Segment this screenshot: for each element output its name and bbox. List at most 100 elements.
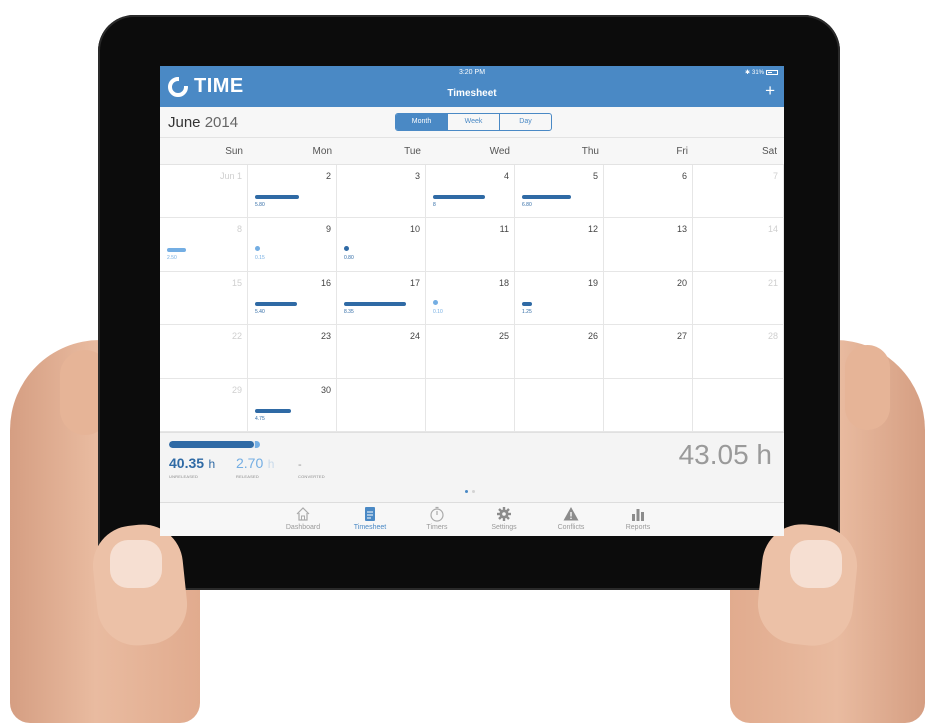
view-month-button[interactable]: Month bbox=[396, 114, 448, 130]
calendar-day-cell[interactable]: Jun 1 bbox=[160, 165, 248, 219]
calendar-day-cell[interactable]: 23 bbox=[248, 325, 337, 379]
calendar-day-cell[interactable] bbox=[426, 378, 515, 432]
calendar-day-cell[interactable]: 12 bbox=[515, 218, 604, 272]
tab-conflicts[interactable]: Conflicts bbox=[541, 505, 601, 531]
battery-icon bbox=[766, 70, 778, 75]
released-stat: 2.70 h RELEASED bbox=[236, 455, 274, 479]
day-number: 14 bbox=[767, 224, 778, 235]
add-entry-button[interactable]: + bbox=[765, 82, 775, 99]
calendar-day-cell[interactable]: 3 bbox=[337, 165, 426, 219]
calendar-day-cell[interactable]: 15 bbox=[160, 271, 248, 326]
calendar-day-cell[interactable]: 6 bbox=[604, 165, 693, 219]
calendar-day-cell[interactable]: 9 0.15 bbox=[248, 218, 337, 272]
calendar-day-cell[interactable]: 28 bbox=[693, 325, 784, 379]
gear-icon bbox=[497, 507, 511, 521]
day-number: 15 bbox=[231, 277, 242, 288]
day-number: 27 bbox=[676, 331, 687, 342]
calendar-day-cell[interactable]: 21 bbox=[693, 271, 784, 326]
day-number: 13 bbox=[676, 224, 687, 235]
calendar-day-cell[interactable]: 18 0.10 bbox=[426, 271, 515, 326]
day-hours: 0.80 bbox=[344, 255, 354, 262]
calendar-day-cell[interactable]: 29 bbox=[160, 378, 248, 432]
hours-dot bbox=[255, 246, 260, 252]
calendar-day-cell[interactable] bbox=[604, 378, 693, 432]
day-number: Jun 1 bbox=[219, 171, 242, 181]
calendar-day-cell[interactable]: 16 5.40 bbox=[248, 271, 337, 326]
unreleased-unit: h bbox=[208, 457, 216, 471]
app-screen: TIME 3:20 PM ✱ 31% Timesheet + June 2014… bbox=[160, 66, 784, 536]
day-number: 26 bbox=[587, 331, 598, 342]
calendar-day-cell[interactable]: 17 8.35 bbox=[337, 271, 426, 326]
weekday-header: Sun Mon Tue Wed Thu Fri Sat bbox=[160, 138, 784, 165]
converted-value: - bbox=[298, 459, 302, 471]
tab-dashboard[interactable]: Dashboard bbox=[273, 505, 333, 531]
calendar-day-cell[interactable]: 24 bbox=[337, 325, 426, 379]
unreleased-label: UNRELEASED bbox=[169, 474, 199, 479]
calendar-day-cell[interactable]: 7 bbox=[693, 165, 784, 219]
hours-progress-fill bbox=[169, 441, 254, 448]
calendar-day-cell[interactable]: 25 bbox=[426, 325, 515, 379]
weekday-label: Fri bbox=[676, 146, 688, 157]
hours-bar bbox=[255, 408, 291, 413]
weekday-label: Tue bbox=[404, 146, 421, 157]
converted-label: CONVERTED bbox=[298, 474, 325, 479]
view-day-button[interactable]: Day bbox=[500, 114, 551, 130]
calendar-day-cell[interactable] bbox=[693, 378, 784, 432]
hours-bar bbox=[255, 195, 299, 199]
day-number: 17 bbox=[409, 277, 420, 288]
right-thumbnail bbox=[790, 540, 842, 588]
hours-bar bbox=[433, 195, 485, 199]
calendar-day-cell[interactable]: 13 bbox=[604, 218, 693, 272]
calendar-day-cell[interactable]: 5 6.80 bbox=[515, 165, 604, 219]
calendar-day-cell[interactable]: 30 4.75 bbox=[248, 378, 337, 432]
calendar-day-cell[interactable]: 10 0.80 bbox=[337, 218, 426, 272]
right-finger bbox=[845, 345, 890, 430]
calendar-day-cell[interactable] bbox=[337, 378, 426, 432]
day-number: 5 bbox=[592, 171, 598, 181]
day-hours: 2.50 bbox=[167, 255, 177, 262]
calendar-day-cell[interactable] bbox=[515, 378, 604, 432]
view-week-button[interactable]: Week bbox=[448, 114, 500, 130]
hours-bar bbox=[522, 195, 571, 199]
calendar-day-cell[interactable]: 22 bbox=[160, 325, 248, 379]
calendar-day-cell[interactable]: 48 bbox=[426, 165, 515, 219]
hours-bar bbox=[255, 301, 297, 306]
day-number: 8 bbox=[236, 224, 242, 235]
page-dot bbox=[472, 490, 475, 493]
day-hours: 1.25 bbox=[522, 308, 532, 315]
day-hours: 0.10 bbox=[433, 308, 443, 315]
tab-label: Timesheet bbox=[353, 524, 387, 531]
tab-label: Settings bbox=[491, 524, 517, 531]
warning-icon bbox=[563, 507, 579, 521]
day-number: 9 bbox=[325, 224, 331, 235]
calendar-day-cell[interactable]: 19 1.25 bbox=[515, 271, 604, 326]
calendar-day-cell[interactable]: 2 5.80 bbox=[248, 165, 337, 219]
calendar-day-cell[interactable]: 20 bbox=[604, 271, 693, 326]
released-value: 2.70 bbox=[236, 455, 264, 471]
calendar-day-cell[interactable]: 14 bbox=[693, 218, 784, 272]
converted-stat: - CONVERTED bbox=[298, 455, 325, 479]
day-number: 25 bbox=[498, 331, 509, 342]
hours-dot bbox=[433, 299, 438, 305]
unreleased-value: 40.35 bbox=[169, 455, 205, 471]
nav-title: Timesheet bbox=[447, 88, 497, 99]
page-indicator[interactable] bbox=[465, 490, 475, 493]
released-progress-cap bbox=[255, 441, 260, 448]
tab-label: Conflicts bbox=[557, 524, 585, 531]
month-name: June bbox=[168, 114, 201, 131]
tab-timesheet[interactable]: Timesheet bbox=[340, 505, 400, 531]
tab-label: Timers bbox=[426, 524, 448, 531]
calendar-day-cell[interactable]: 11 bbox=[426, 218, 515, 272]
tab-reports[interactable]: Reports bbox=[608, 505, 668, 531]
calendar-day-cell[interactable]: 26 bbox=[515, 325, 604, 379]
day-number: 19 bbox=[587, 277, 598, 288]
calendar-day-cell[interactable]: 8 2.50 bbox=[160, 218, 248, 272]
tab-settings[interactable]: Settings bbox=[474, 505, 534, 531]
status-time: 3:20 PM bbox=[458, 69, 486, 76]
tab-bar: Dashboard Timesheet Timers Settings Conf… bbox=[160, 502, 784, 536]
battery-percent: 31% bbox=[751, 69, 764, 76]
tab-timers[interactable]: Timers bbox=[407, 505, 467, 531]
house-icon bbox=[296, 507, 310, 521]
calendar-day-cell[interactable]: 27 bbox=[604, 325, 693, 379]
day-number: 22 bbox=[231, 331, 242, 342]
